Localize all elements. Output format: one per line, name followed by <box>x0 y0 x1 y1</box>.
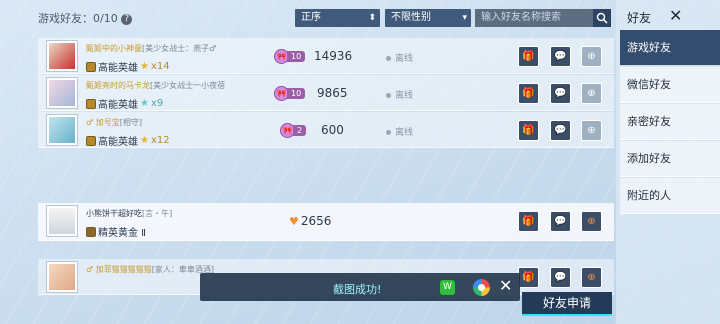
heart-icon: ♥ <box>289 215 299 228</box>
avatar[interactable] <box>47 206 77 236</box>
friend-rank: 高能英雄 ★ x9 <box>86 96 163 111</box>
search-button[interactable] <box>593 9 611 27</box>
screenshot-toast: 截图成功! W ✕ <box>200 273 520 301</box>
tab-close-friends[interactable]: 亲密好友 <box>620 104 720 140</box>
chat-button[interactable]: 💬 <box>550 120 571 141</box>
tab-game-friends[interactable]: 游戏好友 <box>620 30 720 66</box>
gift-icon: 🎁 <box>522 216 535 227</box>
avatar[interactable] <box>47 78 77 108</box>
gift-button[interactable]: 🎁 <box>518 83 539 104</box>
friend-row[interactable]: 甄姬亮时的马卡龙[美少女战士一小夜蓓 高能英雄 ★ x9 🎀 10 9865 离线 🎁… <box>38 75 614 111</box>
battle-button[interactable]: ⊕ <box>581 211 602 232</box>
chat-icon: 💬 <box>554 51 567 62</box>
chat-button[interactable]: 💬 <box>550 46 571 67</box>
friend-score: 600 <box>321 123 344 137</box>
gift-icon: 🎁 <box>522 51 535 62</box>
battle-icon: ⊕ <box>587 272 596 283</box>
star-icon: ★ <box>140 61 149 72</box>
friend-nickname: ♂ 加号宝[相守] <box>86 118 142 127</box>
friend-row[interactable]: ♂ 加号宝[相守] 高能英雄 ★ x12 🎀 2 600 离线 🎁 💬 ⊕ <box>38 112 614 148</box>
friend-rank: 高能英雄 ★ x12 <box>86 133 170 148</box>
tab-add-friend[interactable]: 添加好友 <box>620 141 720 177</box>
close-icon[interactable]: ✕ <box>499 276 512 295</box>
rank-icon <box>86 226 96 237</box>
friend-nickname: 甄姬中的小神童[美少女战士：燕子♂ <box>86 44 217 53</box>
battle-button[interactable]: ⊕ <box>581 83 602 104</box>
search-input[interactable]: 输入好友名称搜索 <box>475 9 593 27</box>
rank-icon <box>86 61 96 72</box>
gift-button[interactable]: 🎁 <box>518 211 539 232</box>
status-dot-icon <box>386 93 391 98</box>
wechat-share-icon[interactable]: W <box>440 280 455 295</box>
gift-button[interactable]: 🎁 <box>518 120 539 141</box>
sort-select[interactable]: 正序 ⬍ <box>295 9 380 27</box>
battle-icon: ⊕ <box>587 51 596 62</box>
chat-icon: 💬 <box>554 272 567 283</box>
chat-icon: 💬 <box>554 125 567 136</box>
moments-share-icon[interactable] <box>473 279 490 296</box>
battle-icon: ⊕ <box>587 216 596 227</box>
search-icon <box>596 12 608 24</box>
sidebar-title: 好友 <box>627 11 652 25</box>
intimacy-badge: 🎀 10 <box>274 48 306 64</box>
friend-count: 游戏好友：0/10 ? <box>38 10 133 26</box>
rank-icon <box>86 135 96 146</box>
chat-icon: 💬 <box>554 216 567 227</box>
friend-nickname: 小熊饼干超好吃[言・午] <box>86 209 173 218</box>
chat-button[interactable]: 💬 <box>550 83 571 104</box>
star-icon: ★ <box>140 135 149 146</box>
toast-message: 截图成功! <box>333 283 382 296</box>
friend-nickname: 甄姬亮时的马卡龙[美少女战士一小夜蓓 <box>86 81 226 90</box>
chevron-down-icon: ▾ <box>462 13 467 23</box>
status-dot-icon <box>386 130 391 135</box>
gender-select[interactable]: 不限性别 ▾ <box>385 9 471 27</box>
battle-button[interactable]: ⊕ <box>581 267 602 288</box>
intimacy-badge: 🎀 10 <box>274 85 306 101</box>
friend-list-toolbar: 游戏好友：0/10 ? 正序 ⬍ 不限性别 ▾ 输入好友名称搜索 <box>0 0 616 36</box>
rank-icon <box>86 98 96 109</box>
chat-icon: 💬 <box>554 88 567 99</box>
battle-button[interactable]: ⊕ <box>581 46 602 67</box>
friend-rank: 高能英雄 ★ x14 <box>86 59 170 74</box>
chat-button[interactable]: 💬 <box>550 267 571 288</box>
friend-row[interactable]: 甄姬中的小神童[美少女战士：燕子♂ 高能英雄 ★ x14 🎀 10 14936 离线 … <box>38 38 614 74</box>
intimacy-badge: 🎀 2 <box>280 122 307 138</box>
avatar[interactable] <box>47 115 77 145</box>
friend-rank: 精英黄金 Ⅱ <box>86 224 146 239</box>
chat-button[interactable]: 💬 <box>550 211 571 232</box>
friends-sidebar: 好友 ✕ 游戏好友 微信好友 亲密好友 添加好友 附近的人 <box>616 0 720 324</box>
friend-request-button[interactable]: 好友申请 <box>522 292 612 316</box>
friend-score: 9865 <box>317 86 348 100</box>
sort-arrows-icon: ⬍ <box>368 13 376 23</box>
gift-button[interactable]: 🎁 <box>518 46 539 67</box>
friend-score: ♥ 2656 <box>289 214 332 228</box>
tab-wechat-friends[interactable]: 微信好友 <box>620 67 720 103</box>
friend-nickname: ♂ 加菲猫猫猫猫猫[家人：車車酒酒] <box>86 265 214 274</box>
status-dot-icon <box>386 56 391 61</box>
online-status: 离线 <box>386 51 413 64</box>
avatar[interactable] <box>47 41 77 71</box>
online-status: 离线 <box>386 88 413 101</box>
gift-icon: 🎁 <box>522 88 535 99</box>
battle-icon: ⊕ <box>587 125 596 136</box>
star-icon: ★ <box>140 98 149 109</box>
gift-icon: 🎁 <box>522 272 535 283</box>
gift-button[interactable]: 🎁 <box>518 267 539 288</box>
avatar[interactable] <box>47 262 77 292</box>
close-icon[interactable]: ✕ <box>669 6 682 25</box>
tab-nearby[interactable]: 附近的人 <box>620 178 720 214</box>
gift-icon: 🎁 <box>522 125 535 136</box>
battle-icon: ⊕ <box>587 88 596 99</box>
battle-button[interactable]: ⊕ <box>581 120 602 141</box>
friend-row[interactable]: 小熊饼干超好吃[言・午] 精英黄金 Ⅱ ♥ 2656 🎁 💬 ⊕ <box>38 203 614 241</box>
help-icon[interactable]: ? <box>121 13 133 25</box>
online-status: 离线 <box>386 125 413 138</box>
friend-score: 14936 <box>314 49 353 63</box>
